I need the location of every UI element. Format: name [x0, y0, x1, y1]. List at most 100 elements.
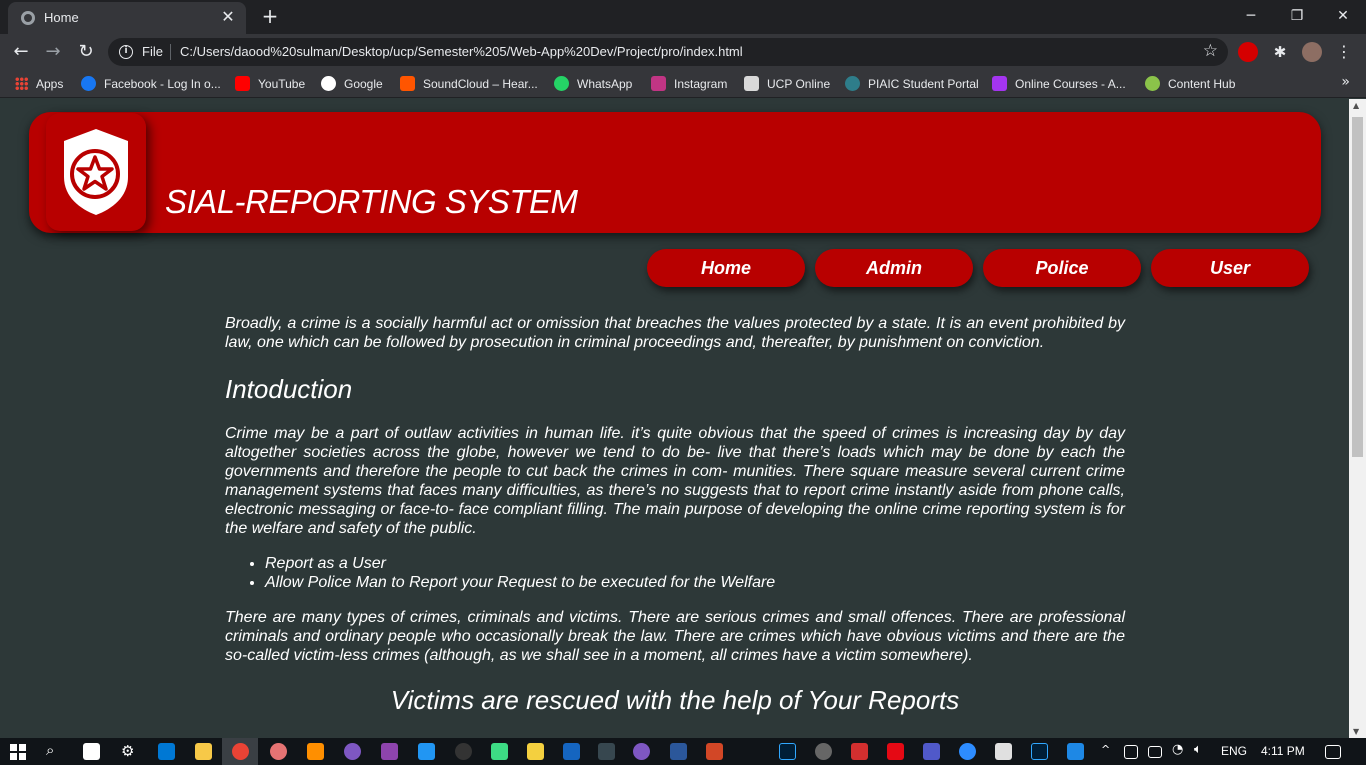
clock[interactable]: 4:11 PM: [1261, 744, 1305, 758]
shield-star-icon: [64, 129, 128, 215]
browser-toolbar: ← → ↻ i File C:/Users/daood%20sulman/Des…: [0, 34, 1366, 70]
notes-icon[interactable]: [527, 743, 544, 760]
introduction-paragraph: Crime may be a part of outlaw activities…: [225, 425, 1125, 537]
apps-grid-icon: [15, 77, 28, 90]
chrome-icon[interactable]: [232, 743, 249, 760]
extensions-puzzle-icon[interactable]: ✱: [1270, 42, 1290, 62]
windows-taskbar: ⌕ ⚙ ^ ◔ 🔈︎ ENG 4:11 PM: [0, 738, 1366, 765]
zoom-icon[interactable]: [959, 743, 976, 760]
bookmark-piaic[interactable]: PIAIC Student Portal: [845, 75, 979, 93]
bookmark-whatsapp[interactable]: WhatsApp: [554, 75, 632, 93]
restore-button[interactable]: ❐: [1274, 4, 1320, 28]
app-icon[interactable]: [815, 743, 832, 760]
bookmark-online-courses[interactable]: Online Courses - A...: [992, 75, 1126, 93]
eclipse-icon[interactable]: [344, 743, 361, 760]
language-indicator[interactable]: ENG: [1221, 744, 1247, 758]
intro-paragraph: Broadly, a crime is a socially harmful a…: [225, 315, 1125, 351]
content-hub-icon: [1145, 76, 1160, 91]
github-icon[interactable]: [633, 743, 650, 760]
search-icon[interactable]: ⌕: [46, 741, 54, 759]
bookmark-star-icon[interactable]: ☆: [1203, 41, 1218, 61]
piaic-icon: [845, 76, 860, 91]
address-bar[interactable]: i File C:/Users/daood%20sulman/Desktop/u…: [108, 38, 1228, 66]
bookmark-facebook[interactable]: Facebook - Log In o...: [81, 75, 221, 93]
globe-icon: [21, 11, 35, 25]
store-icon[interactable]: [83, 743, 100, 760]
reload-icon[interactable]: ↻: [74, 40, 98, 64]
photos-icon[interactable]: [1067, 743, 1084, 760]
url-scheme: File: [142, 44, 163, 59]
page-scrollbar[interactable]: ▲ ▼: [1349, 99, 1366, 738]
info-icon[interactable]: i: [119, 45, 133, 59]
word-icon[interactable]: [670, 743, 687, 760]
profile-avatar[interactable]: [1302, 42, 1322, 62]
adblock-extension-icon[interactable]: [1238, 42, 1258, 62]
close-window-button[interactable]: ✕: [1320, 4, 1366, 28]
nav-user[interactable]: User: [1151, 249, 1309, 287]
bookmarks-bar: Apps Facebook - Log In o... YouTube Goog…: [0, 70, 1366, 98]
notifications-icon[interactable]: [1325, 745, 1341, 759]
bookmark-content-hub[interactable]: Content Hub: [1145, 75, 1235, 93]
ucp-icon: [744, 76, 759, 91]
vscode-icon[interactable]: [418, 743, 435, 760]
netflix-icon[interactable]: [887, 743, 904, 760]
photoshop-icon[interactable]: [779, 743, 796, 760]
wifi-icon[interactable]: ◔: [1172, 742, 1183, 757]
code-icon[interactable]: [598, 743, 615, 760]
whatsapp-icon: [554, 76, 569, 91]
visual-studio-icon[interactable]: [381, 743, 398, 760]
tab-title: Home: [44, 10, 79, 25]
forward-arrow-icon[interactable]: →: [41, 40, 65, 64]
bookmark-soundcloud[interactable]: SoundCloud – Hear...: [400, 75, 538, 93]
battery-icon[interactable]: [1148, 746, 1162, 758]
photoshop-icon[interactable]: [1031, 743, 1048, 760]
browser-tab-strip: Home ✕ + ─ ❐ ✕: [0, 0, 1366, 34]
bookmark-youtube[interactable]: YouTube: [235, 75, 305, 93]
android-studio-icon[interactable]: [491, 743, 508, 760]
bookmark-ucp-online[interactable]: UCP Online: [744, 75, 830, 93]
omnibox-divider: [170, 44, 171, 60]
crime-types-paragraph: There are many types of crimes, criminal…: [225, 609, 1125, 664]
list-item: Report as a User: [265, 554, 1125, 573]
windows-start-icon[interactable]: [10, 744, 26, 760]
gear-icon[interactable]: ⚙: [121, 742, 134, 760]
scroll-thumb[interactable]: [1352, 117, 1363, 457]
scroll-down-arrow-icon[interactable]: ▼: [1353, 727, 1359, 736]
page-viewport: SIAL-REPORTING SYSTEM Home Admin Police …: [0, 99, 1349, 738]
nav-admin[interactable]: Admin: [815, 249, 973, 287]
powerpoint-icon[interactable]: [706, 743, 723, 760]
file-explorer-icon[interactable]: [195, 743, 212, 760]
bookmark-apps[interactable]: Apps: [15, 75, 63, 93]
close-tab-icon[interactable]: ✕: [218, 7, 238, 27]
chrome-menu-icon[interactable]: ⋮: [1334, 42, 1354, 62]
section-heading: Intoduction: [225, 374, 353, 404]
instagram-icon: [651, 76, 666, 91]
new-tab-button[interactable]: +: [257, 6, 283, 28]
bookmark-instagram[interactable]: Instagram: [651, 75, 727, 93]
back-arrow-icon[interactable]: ←: [9, 40, 33, 64]
app-icon[interactable]: [455, 743, 472, 760]
scroll-up-arrow-icon[interactable]: ▲: [1353, 101, 1359, 110]
acrobat-icon[interactable]: [851, 743, 868, 760]
bookmark-google[interactable]: Google: [321, 75, 383, 93]
minimize-button[interactable]: ─: [1228, 4, 1274, 28]
volume-icon[interactable]: 🔈︎: [1194, 742, 1202, 757]
feature-list: Report as a User Allow Police Man to Rep…: [265, 554, 1125, 592]
teams-icon[interactable]: [923, 743, 940, 760]
url-text[interactable]: C:/Users/daood%20sulman/Desktop/ucp/Seme…: [180, 44, 743, 59]
google-icon: [321, 76, 336, 91]
site-logo[interactable]: [46, 113, 146, 231]
tray-icon[interactable]: [1124, 745, 1138, 759]
vlc-icon[interactable]: [307, 743, 324, 760]
browser-tab-home[interactable]: Home ✕: [8, 2, 246, 34]
paint-icon[interactable]: [270, 743, 287, 760]
nav-home[interactable]: Home: [647, 249, 805, 287]
app-icon[interactable]: [995, 743, 1012, 760]
chevron-up-icon[interactable]: ^: [1101, 743, 1110, 756]
facebook-icon: [81, 76, 96, 91]
nav-police[interactable]: Police: [983, 249, 1141, 287]
more-bookmarks-icon[interactable]: »: [1341, 74, 1350, 90]
mail-icon[interactable]: [158, 743, 175, 760]
app-icon[interactable]: [563, 743, 580, 760]
main-content: Broadly, a crime is a socially harmful a…: [225, 314, 1125, 715]
